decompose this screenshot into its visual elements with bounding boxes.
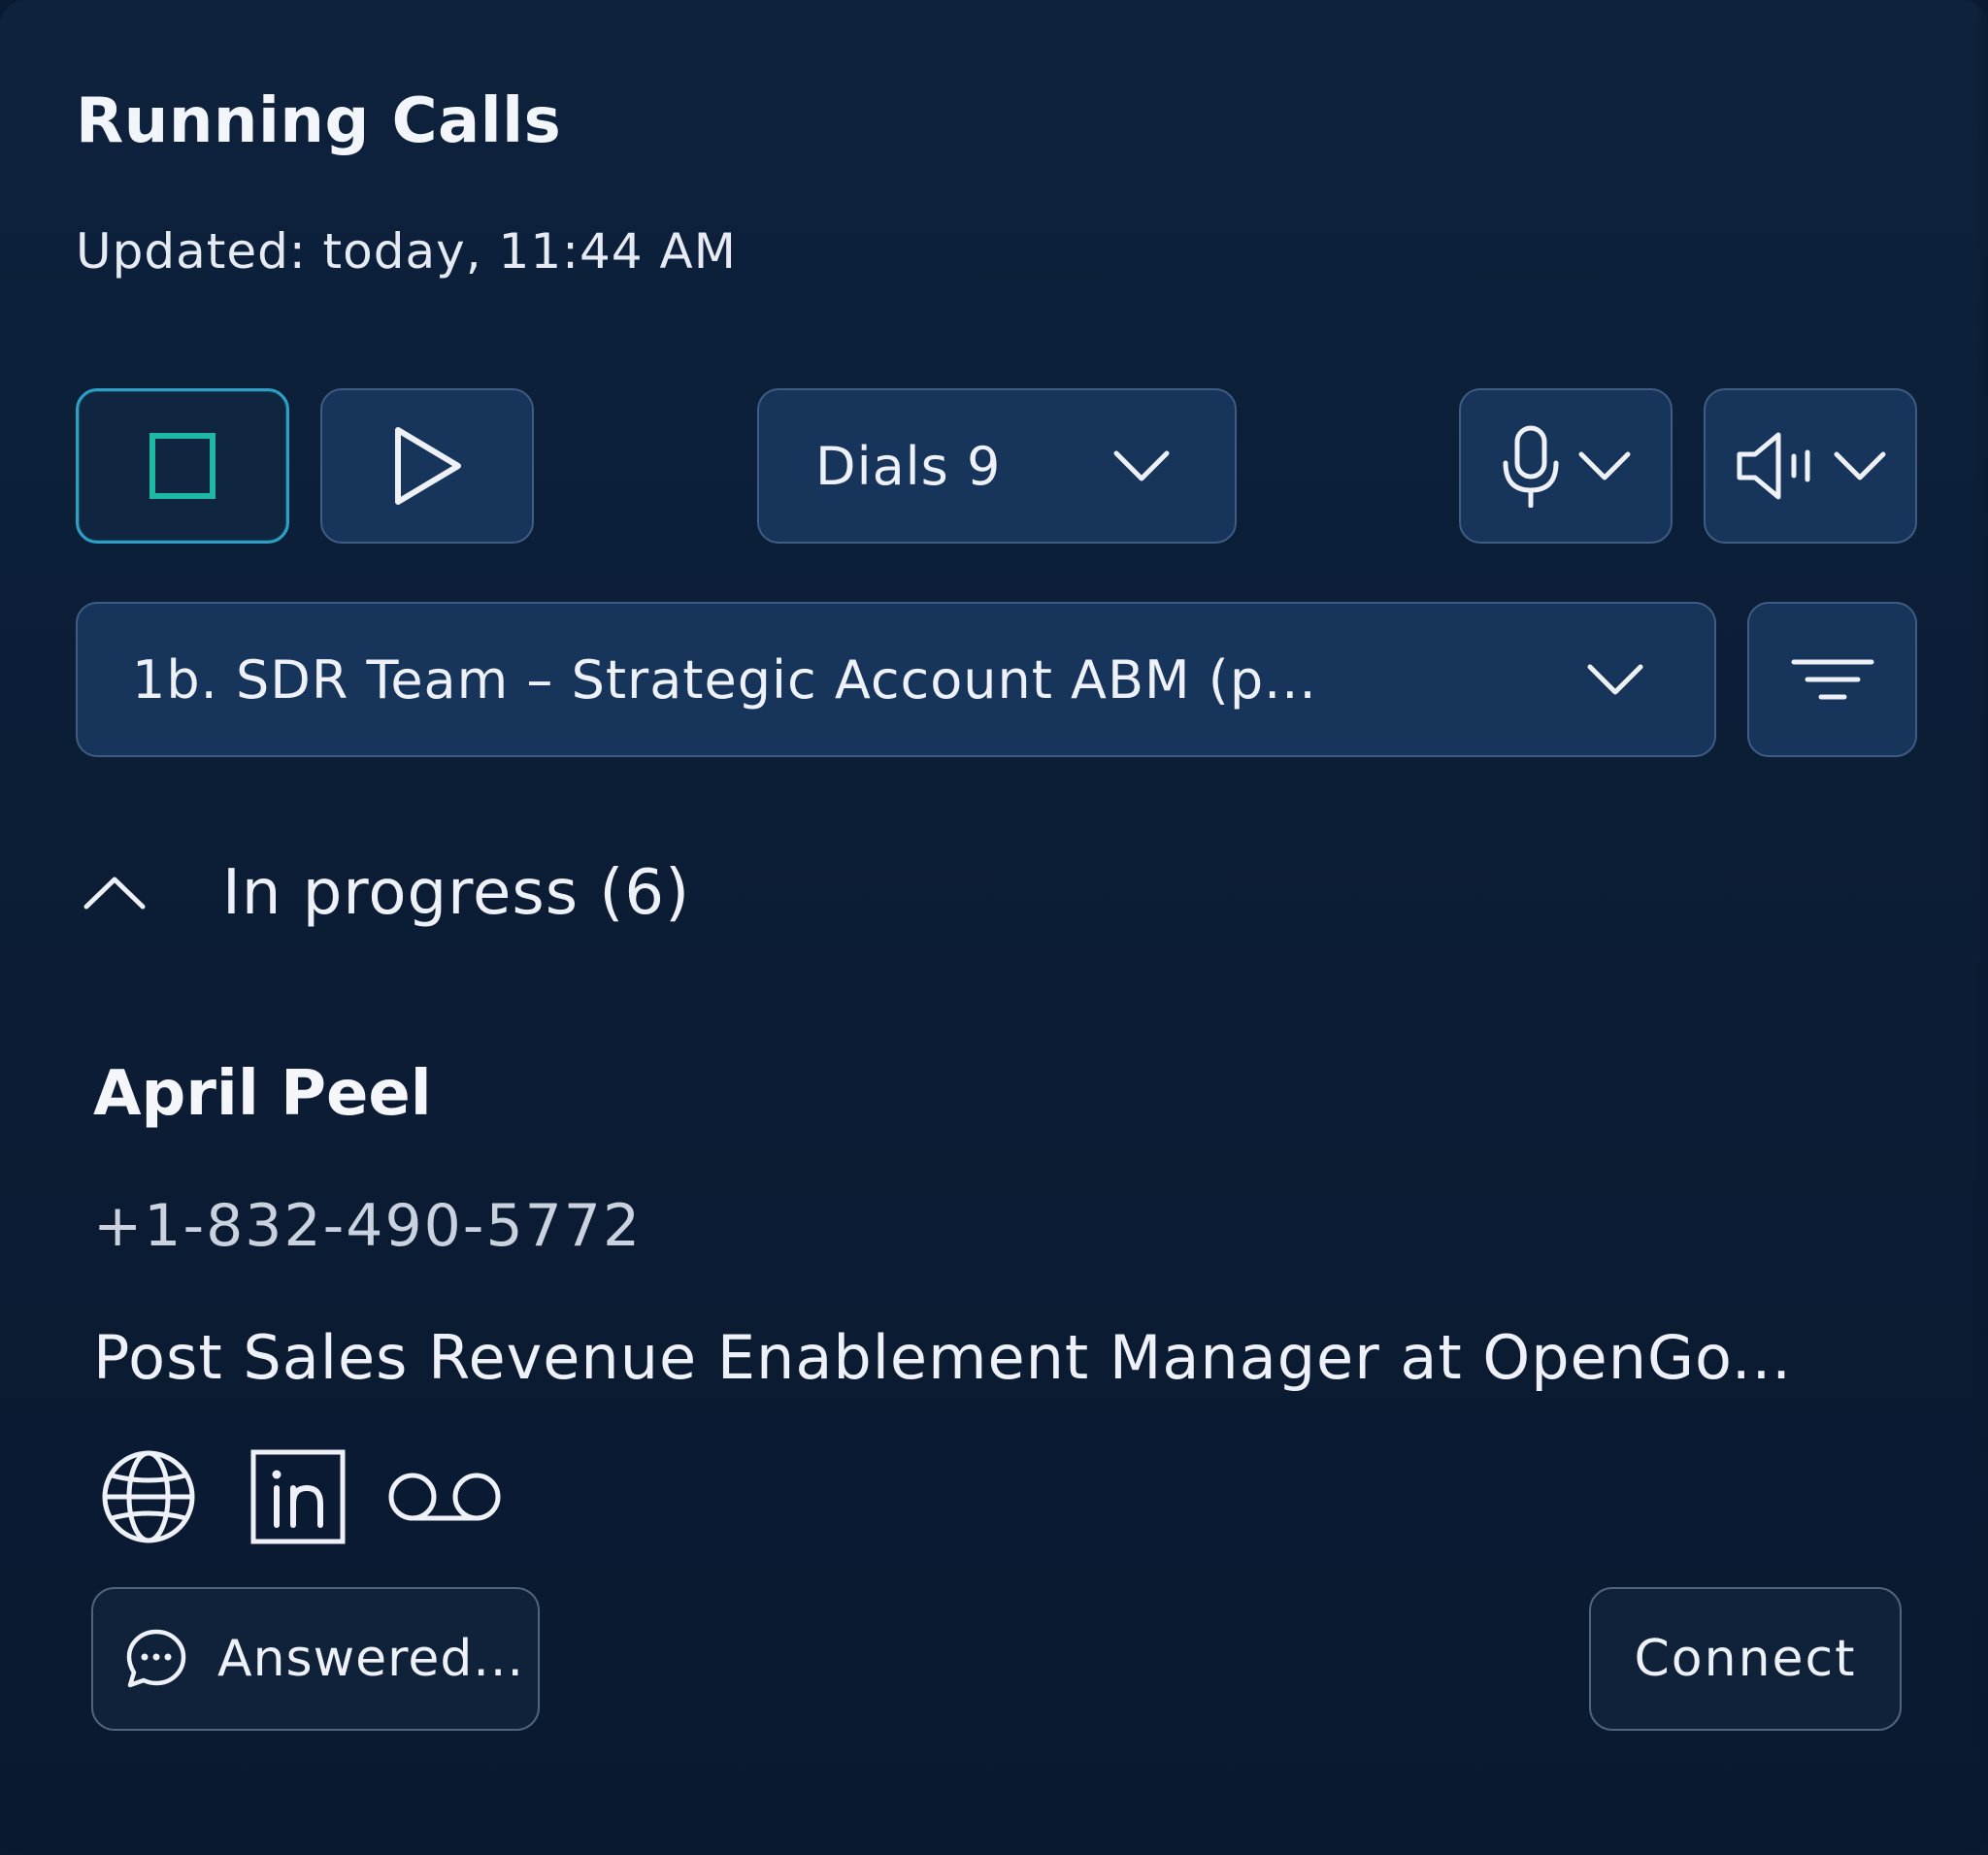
chevron-down-icon: [1833, 449, 1887, 482]
filter-icon: [1790, 656, 1875, 703]
call-list-label: 1b. SDR Team – Strategic Account ABM (p.…: [132, 648, 1317, 711]
panel-title: Running Calls: [76, 85, 562, 157]
updated-timestamp: Updated: today, 11:44 AM: [76, 223, 737, 280]
play-icon: [388, 424, 466, 508]
voicemail-icon: [385, 1468, 504, 1526]
chat-bubble-icon: [124, 1627, 188, 1691]
disposition-label: Answered...: [217, 1630, 524, 1688]
in-progress-section-toggle[interactable]: In progress (6): [83, 854, 690, 932]
chevron-down-icon: [1586, 662, 1644, 697]
linkedin-icon: [250, 1449, 346, 1544]
microphone-dropdown[interactable]: [1459, 388, 1673, 544]
connect-button[interactable]: Connect: [1589, 1587, 1902, 1731]
connect-label: Connect: [1634, 1630, 1857, 1688]
running-calls-panel: Running Calls Updated: today, 11:44 AM D…: [0, 0, 1988, 1855]
contact-phone: +1-832-490-5772: [93, 1192, 643, 1260]
microphone-icon: [1500, 424, 1562, 508]
website-link[interactable]: [97, 1448, 200, 1545]
stop-button[interactable]: [76, 388, 289, 544]
filter-button[interactable]: [1747, 602, 1917, 757]
contact-role: Post Sales Revenue Enablement Manager at…: [93, 1322, 1793, 1393]
stop-icon: [149, 432, 216, 500]
speaker-icon: [1734, 429, 1815, 503]
voicemail-link[interactable]: [384, 1448, 505, 1545]
in-progress-label: In progress (6): [222, 857, 691, 929]
speaker-dropdown[interactable]: [1704, 388, 1917, 544]
linkedin-link[interactable]: [247, 1448, 349, 1545]
play-button[interactable]: [320, 388, 534, 544]
disposition-button[interactable]: Answered...: [91, 1587, 540, 1731]
call-list-dropdown[interactable]: 1b. SDR Team – Strategic Account ABM (p.…: [76, 602, 1716, 757]
chevron-up-icon: [83, 874, 147, 912]
contact-name: April Peel: [93, 1058, 432, 1130]
chevron-down-icon: [1577, 449, 1632, 482]
dials-dropdown[interactable]: Dials 9: [757, 388, 1237, 544]
globe-icon: [100, 1448, 197, 1545]
chevron-down-icon: [1112, 448, 1171, 483]
dials-label: Dials 9: [815, 435, 1002, 497]
